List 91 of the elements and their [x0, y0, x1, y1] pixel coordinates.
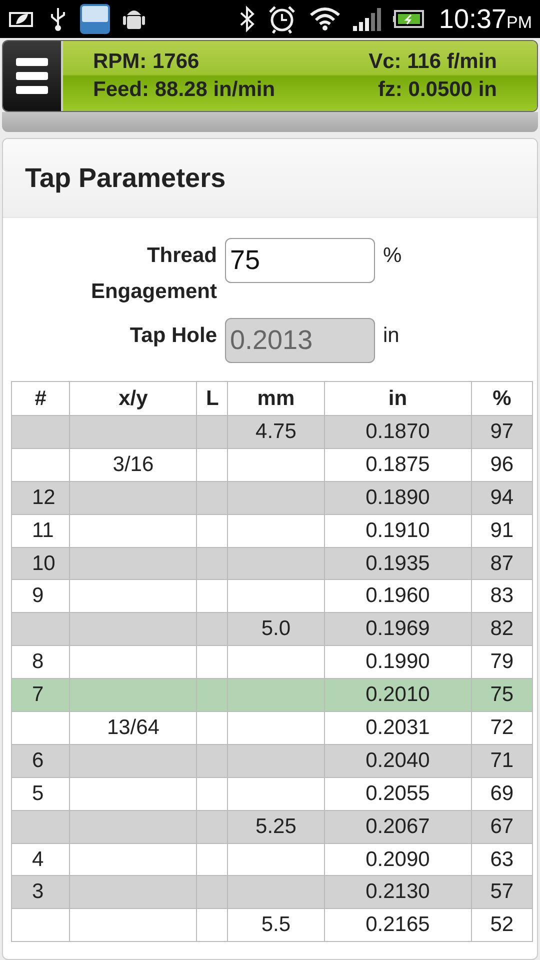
table-row[interactable]: 3 0.2130 57: [12, 876, 532, 909]
table-cell: 10: [32, 552, 56, 574]
battery-charging-icon: [392, 9, 427, 29]
table-cell: 5.5: [261, 913, 291, 936]
table-cell: 0.2090: [366, 848, 430, 871]
rpm-text: RPM: 1766: [93, 50, 200, 74]
table-row[interactable]: 5.5 0.2165 52: [12, 908, 532, 942]
table-cell: 7: [32, 683, 44, 706]
table-cell: 83: [490, 584, 514, 608]
table-cell: 0.2031: [366, 716, 430, 739]
table-row[interactable]: 8 0.1990 79: [12, 646, 532, 679]
clock-time: 10:37: [438, 4, 506, 34]
table-cell: 94: [490, 486, 514, 509]
table-cell: 5: [32, 782, 44, 805]
fz-text: fz: 0.0500 in: [378, 78, 497, 102]
table-row[interactable]: 5 0.2055 69: [12, 777, 532, 810]
usb-icon: [48, 6, 68, 32]
app-badge-icon: [80, 4, 110, 34]
table-cell: 6: [32, 748, 44, 772]
table-cell: 4.75: [256, 420, 296, 443]
table-row[interactable]: 9 0.1960 83: [12, 580, 532, 613]
table-row[interactable]: 5.0 0.1969 82: [12, 612, 532, 646]
table-row[interactable]: 5.25 0.2067 67: [12, 810, 532, 844]
table-cell: 63: [490, 848, 514, 871]
table-row[interactable]: 3/16 0.1875 96: [12, 448, 532, 482]
wifi-icon: [308, 6, 341, 32]
table-cell: 0.2165: [366, 913, 430, 936]
table-cell: 0.2040: [366, 748, 430, 772]
table-cell: 72: [490, 716, 514, 739]
field-label: Tap Hole: [128, 323, 217, 349]
table-cell: 87: [490, 552, 514, 574]
column-header: x/y: [70, 382, 197, 416]
table-cell: 82: [490, 617, 514, 640]
table-cell: 52: [490, 913, 514, 936]
table-cell: 96: [490, 452, 514, 476]
table-cell: 97: [490, 420, 514, 443]
table-cell: 5.25: [256, 814, 296, 838]
table-row[interactable]: 4.75 0.1870 97: [12, 416, 532, 448]
input-field[interactable]: 75: [225, 238, 375, 283]
table-cell: 0.1890: [366, 486, 430, 509]
table-cell: 0.2067: [366, 814, 430, 838]
table-cell: 75: [490, 683, 514, 706]
card-title: Tap Parameters: [25, 162, 226, 194]
table-cell: 11: [32, 518, 54, 542]
column-header: mm: [228, 382, 324, 416]
menu-icon: [16, 57, 48, 95]
unit-label: %: [383, 243, 403, 269]
table-cell: 0.2055: [366, 782, 430, 805]
table-cell: 79: [490, 650, 514, 674]
table-row[interactable]: 12 0.1890 94: [12, 481, 532, 514]
table-cell: 13/64: [106, 716, 160, 739]
table-row[interactable]: 6 0.2040 71: [12, 744, 532, 778]
table-cell: 0.1935: [366, 552, 430, 574]
table-cell: 71: [490, 748, 514, 772]
table-cell: 0.2010: [366, 683, 430, 706]
table-cell: 69: [490, 782, 514, 805]
table-cell: 0.1960: [366, 584, 430, 608]
table-row[interactable]: 4 0.2090 63: [12, 843, 532, 876]
table-cell: 0.1969: [366, 617, 430, 640]
table-cell: 67: [490, 814, 514, 838]
table-cell: 0.1910: [366, 518, 430, 542]
unit-label: in: [383, 323, 400, 349]
column-header: L: [196, 382, 228, 416]
table-row[interactable]: 13/64 0.2031 72: [12, 712, 532, 744]
table-cell: 8: [32, 650, 44, 674]
column-header: %: [471, 382, 532, 416]
bluetooth-icon: [238, 5, 255, 33]
table-row[interactable]: 10 0.1935 87: [12, 547, 532, 580]
table-cell: 0.1870: [366, 420, 430, 443]
table-cell: 4: [32, 848, 44, 871]
table-row[interactable]: 11 0.1910 91: [12, 514, 532, 548]
table-cell: 3/16: [112, 452, 154, 476]
table-cell: 9: [32, 584, 44, 608]
menu-button[interactable]: [3, 41, 61, 111]
table-cell: 0.2130: [366, 880, 430, 904]
table-cell: 5.0: [261, 617, 291, 640]
table-cell: 12: [32, 486, 56, 509]
alarm-icon: [266, 4, 297, 34]
clock-ampm: PM: [506, 12, 532, 32]
table-cell: 3: [32, 880, 44, 904]
table-cell: 57: [490, 880, 514, 904]
feed-text: Feed: 88.28 in/min: [93, 78, 276, 102]
table-cell: 91: [490, 518, 514, 542]
column-header: in: [324, 382, 472, 416]
table-cell: 0.1875: [366, 452, 430, 476]
field-label: Thread Engagement: [90, 243, 217, 305]
table-cell: 0.1990: [366, 650, 430, 674]
signal-icon: [352, 7, 381, 31]
column-header: #: [12, 382, 70, 416]
table-row[interactable]: 7 0.2010 75: [12, 678, 532, 712]
vc-text: Vc: 116 f/min: [368, 50, 497, 74]
